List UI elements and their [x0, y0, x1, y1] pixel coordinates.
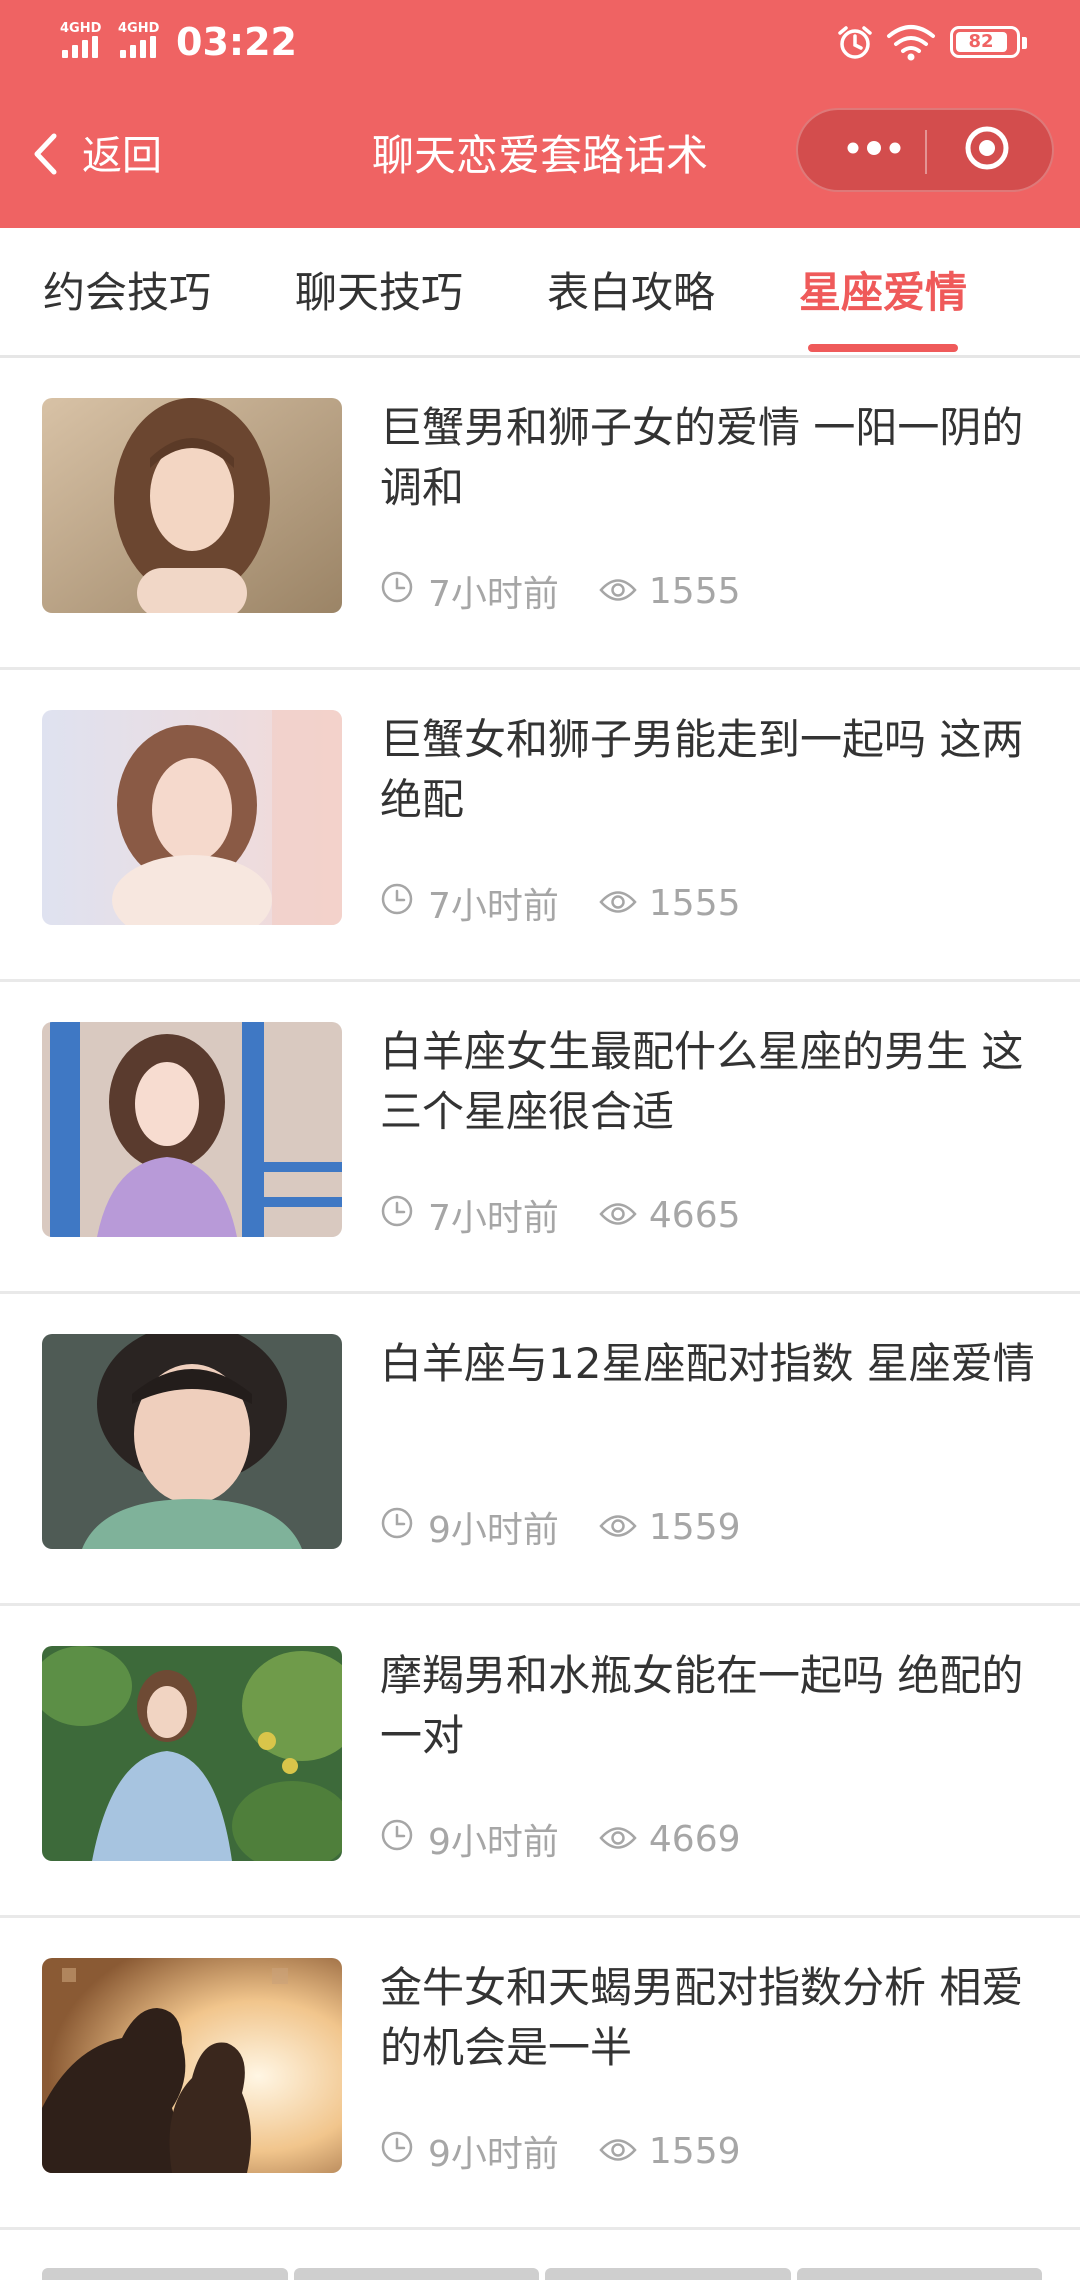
article-item[interactable]: 白羊座女生最配什么星座的男生 这三个星座很合适 7小时前 4665: [0, 982, 1080, 1294]
article-title: 白羊座与12星座配对指数 星座爱情: [380, 1339, 1035, 1388]
article-views: 1555: [648, 570, 741, 612]
close-circle-icon: [962, 123, 1012, 177]
article-thumbnail: [42, 1958, 342, 2173]
article-item[interactable]: 金牛女和天蝎男配对指数分析 相爱的机会是一半 9小时前 1559: [0, 1918, 1080, 2230]
clock-icon: [380, 2130, 428, 2173]
article-time: 7小时前: [428, 886, 559, 927]
more-dots-icon: [846, 140, 902, 160]
status-bar: 4GHD 4GHD 03:22 82: [0, 0, 1080, 84]
next-article-partial: [0, 2232, 1080, 2280]
article-views: 1559: [648, 2130, 741, 2172]
article-thumbnail: [42, 398, 342, 613]
article-thumbnail: [42, 1646, 342, 1861]
category-tabs: 约会技巧 聊天技巧 表白攻略 星座爱情: [0, 228, 1080, 358]
eye-icon: [599, 883, 649, 924]
status-time: 03:22: [176, 20, 297, 64]
wifi-icon: [886, 24, 936, 66]
article-title: 摩羯男和水瓶女能在一起吗 绝配的一对: [380, 1651, 1024, 1760]
nav-bar: 返回 聊天恋爱套路话术: [0, 84, 1080, 228]
close-button[interactable]: [932, 110, 1042, 190]
eye-icon: [599, 1819, 649, 1860]
article-meta: 7小时前 1555: [380, 566, 741, 616]
article-meta: 9小时前 1559: [380, 1502, 741, 1552]
capsule-divider: [925, 130, 927, 174]
article-item[interactable]: 巨蟹男和狮子女的爱情 一阳一阴的调和 7小时前 1555: [0, 358, 1080, 670]
tab-chat-tips[interactable]: 聊天技巧: [294, 228, 464, 358]
article-item[interactable]: 巨蟹女和狮子男能走到一起吗 这两绝配 7小时前 1555: [0, 670, 1080, 982]
eye-icon: [599, 2131, 649, 2172]
article-title: 巨蟹男和狮子女的爱情 一阳一阴的调和: [380, 403, 1024, 512]
article-meta: 7小时前 4665: [380, 1190, 741, 1240]
tab-zodiac-love[interactable]: 星座爱情: [798, 228, 968, 358]
more-button[interactable]: [826, 110, 922, 190]
article-views: 4669: [648, 1818, 741, 1860]
article-time: 7小时前: [428, 1198, 559, 1239]
article-thumbnail: [42, 1022, 342, 1237]
article-item[interactable]: 白羊座与12星座配对指数 星座爱情 9小时前 1559: [0, 1294, 1080, 1606]
clock-icon: [380, 1194, 428, 1237]
clock-icon: [380, 1506, 428, 1549]
article-title: 巨蟹女和狮子男能走到一起吗 这两绝配: [380, 715, 1024, 824]
article-views: 4665: [648, 1194, 741, 1236]
article-time: 9小时前: [428, 2134, 559, 2175]
article-list: 巨蟹男和狮子女的爱情 一阳一阴的调和 7小时前 1555 巨蟹女和狮子男能走到一…: [0, 358, 1080, 2230]
mini-program-capsule: [796, 108, 1054, 192]
article-thumbnail: [42, 710, 342, 925]
active-tab-indicator: [808, 344, 958, 352]
signal-icon: 4GHD: [116, 22, 166, 60]
battery-level: 82: [968, 31, 994, 52]
article-meta: 9小时前 1559: [380, 2126, 741, 2176]
article-title: 白羊座女生最配什么星座的男生 这三个星座很合适: [380, 1027, 1024, 1136]
signal-icon: 4GHD: [58, 22, 108, 60]
article-thumbnail: [42, 1334, 342, 1549]
eye-icon: [599, 1507, 649, 1548]
tab-dating-tips[interactable]: 约会技巧: [42, 228, 212, 358]
article-title: 金牛女和天蝎男配对指数分析 相爱的机会是一半: [380, 1963, 1024, 2072]
alarm-icon: [836, 24, 874, 66]
eye-icon: [599, 1195, 649, 1236]
article-views: 1555: [648, 882, 741, 924]
article-time: 9小时前: [428, 1822, 559, 1863]
article-item[interactable]: 摩羯男和水瓶女能在一起吗 绝配的一对 9小时前 4669: [0, 1606, 1080, 1918]
article-time: 9小时前: [428, 1510, 559, 1551]
article-views: 1559: [648, 1506, 741, 1548]
app-header: 4GHD 4GHD 03:22 82 返回 聊天恋爱套路话术: [0, 0, 1080, 228]
article-meta: 7小时前 1555: [380, 878, 741, 928]
clock-icon: [380, 1818, 428, 1861]
signal-label: 4GHD: [118, 21, 160, 36]
tab-confession-guide[interactable]: 表白攻略: [546, 228, 716, 358]
clock-icon: [380, 882, 428, 925]
signal-label: 4GHD: [60, 21, 102, 36]
battery-icon: 82: [950, 26, 1027, 58]
clock-icon: [380, 570, 428, 613]
eye-icon: [599, 571, 649, 612]
article-time: 7小时前: [428, 574, 559, 615]
article-meta: 9小时前 4669: [380, 1814, 741, 1864]
